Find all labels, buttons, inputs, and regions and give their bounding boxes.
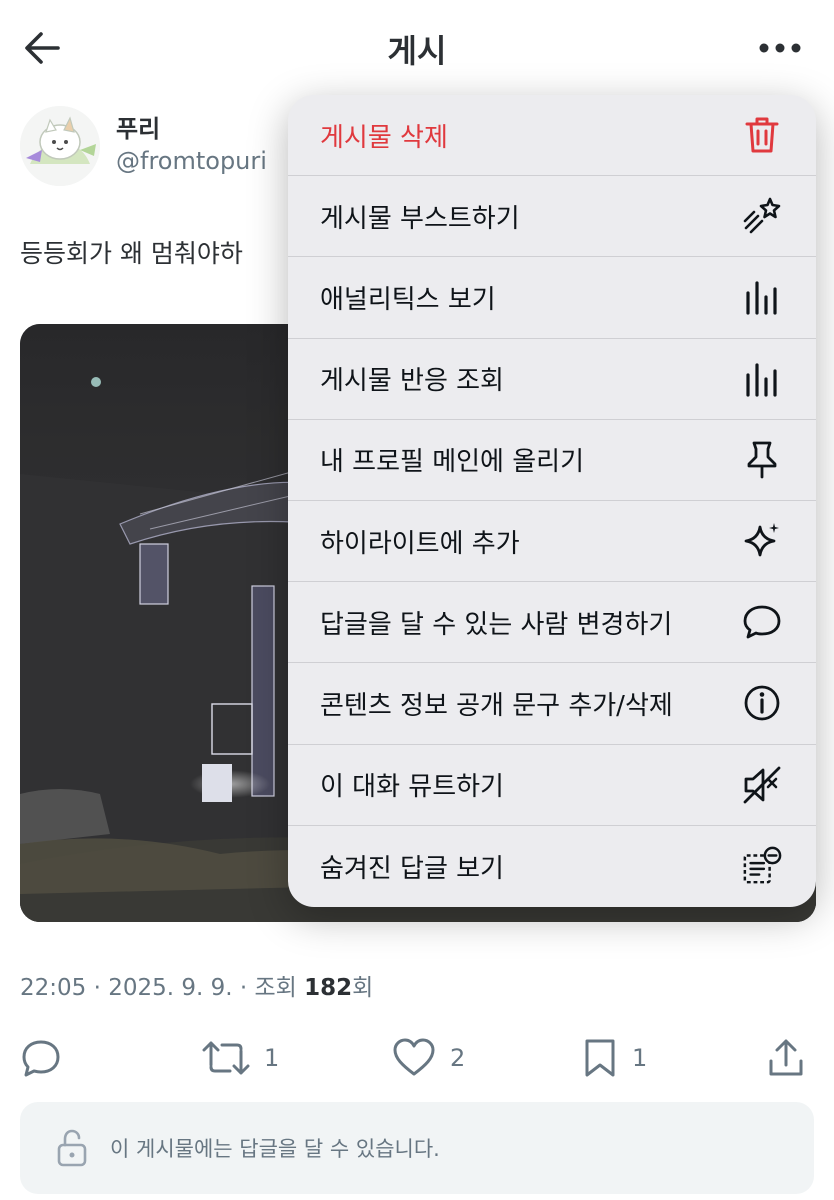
menu-item-label: 이 대화 뮤트하기 — [320, 772, 504, 803]
mute-icon — [742, 765, 782, 805]
menu-item-label: 숨겨진 답글 보기 — [320, 853, 504, 884]
menu-item-label: 답글을 달 수 있는 사람 변경하기 — [320, 609, 673, 640]
menu-item-label: 하이라이트에 추가 — [320, 528, 520, 559]
boost-icon — [742, 196, 782, 236]
sparkle-icon — [742, 521, 782, 561]
menu-item-label: 게시물 반응 조회 — [320, 366, 504, 397]
info-icon — [742, 683, 782, 723]
menu-item-post-engagements[interactable]: 게시물 반응 조회 — [288, 339, 816, 420]
menu-item-delete-post[interactable]: 게시물 삭제 — [288, 95, 816, 177]
menu-item-label: 내 프로필 메인에 올리기 — [320, 447, 584, 478]
menu-item-label: 콘텐츠 정보 공개 문구 추가/삭제 — [320, 690, 673, 721]
speech-bubble-icon — [742, 602, 782, 642]
post-options-menu: 게시물 삭제 게시물 부스트하기 애널리틱스 보기 게시물 반응 조회 내 프로… — [288, 95, 816, 907]
menu-item-label: 게시물 부스트하기 — [320, 203, 520, 234]
menu-item-label: 애널리틱스 보기 — [320, 284, 496, 315]
menu-item-boost-post[interactable]: 게시물 부스트하기 — [288, 176, 816, 258]
menu-item-change-who-can-reply[interactable]: 답글을 달 수 있는 사람 변경하기 — [288, 582, 816, 664]
pin-icon — [742, 440, 782, 480]
analytics-icon — [742, 359, 782, 399]
menu-item-view-hidden-replies[interactable]: 숨겨진 답글 보기 — [288, 826, 816, 907]
hidden-replies-icon — [742, 846, 782, 886]
menu-item-mute-conversation[interactable]: 이 대화 뮤트하기 — [288, 745, 816, 826]
menu-item-view-analytics[interactable]: 애널리틱스 보기 — [288, 257, 816, 339]
menu-item-content-disclosure[interactable]: 콘텐츠 정보 공개 문구 추가/삭제 — [288, 663, 816, 745]
menu-item-pin-to-profile[interactable]: 내 프로필 메인에 올리기 — [288, 420, 816, 501]
menu-item-add-to-highlights[interactable]: 하이라이트에 추가 — [288, 501, 816, 583]
analytics-icon — [742, 277, 782, 317]
menu-item-label: 게시물 삭제 — [320, 122, 448, 153]
trash-icon — [742, 115, 782, 155]
